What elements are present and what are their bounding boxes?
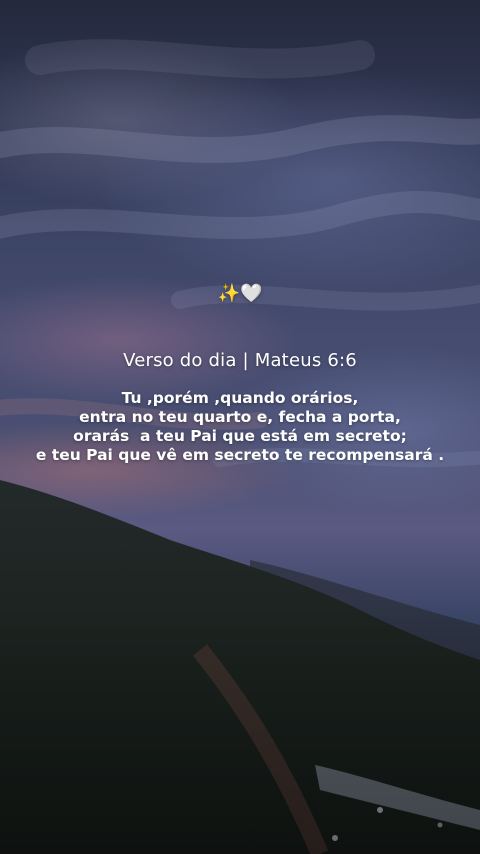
verse-card: ✨🤍 Verso do dia | Mateus 6:6 Tu ,porém ,…	[0, 282, 480, 465]
verse-line: e teu Pai que vê em secreto te recompens…	[35, 446, 445, 464]
decoration-emoji: ✨🤍	[0, 282, 480, 306]
white-heart-icon: 🤍	[240, 283, 263, 304]
verse-line: orarás a teu Pai que está em secreto;	[73, 427, 407, 445]
sparkles-icon: ✨	[217, 283, 240, 304]
verse-line: entra no teu quarto e, fecha a porta,	[79, 408, 401, 426]
verse-line: Tu ,porém ,quando orários,	[121, 389, 359, 407]
verse-title: Verso do dia | Mateus 6:6	[123, 350, 357, 371]
background-photo: ✨🤍 Verso do dia | Mateus 6:6 Tu ,porém ,…	[0, 0, 480, 854]
verse-text: Tu ,porém ,quando orários, entra no teu …	[0, 389, 480, 465]
